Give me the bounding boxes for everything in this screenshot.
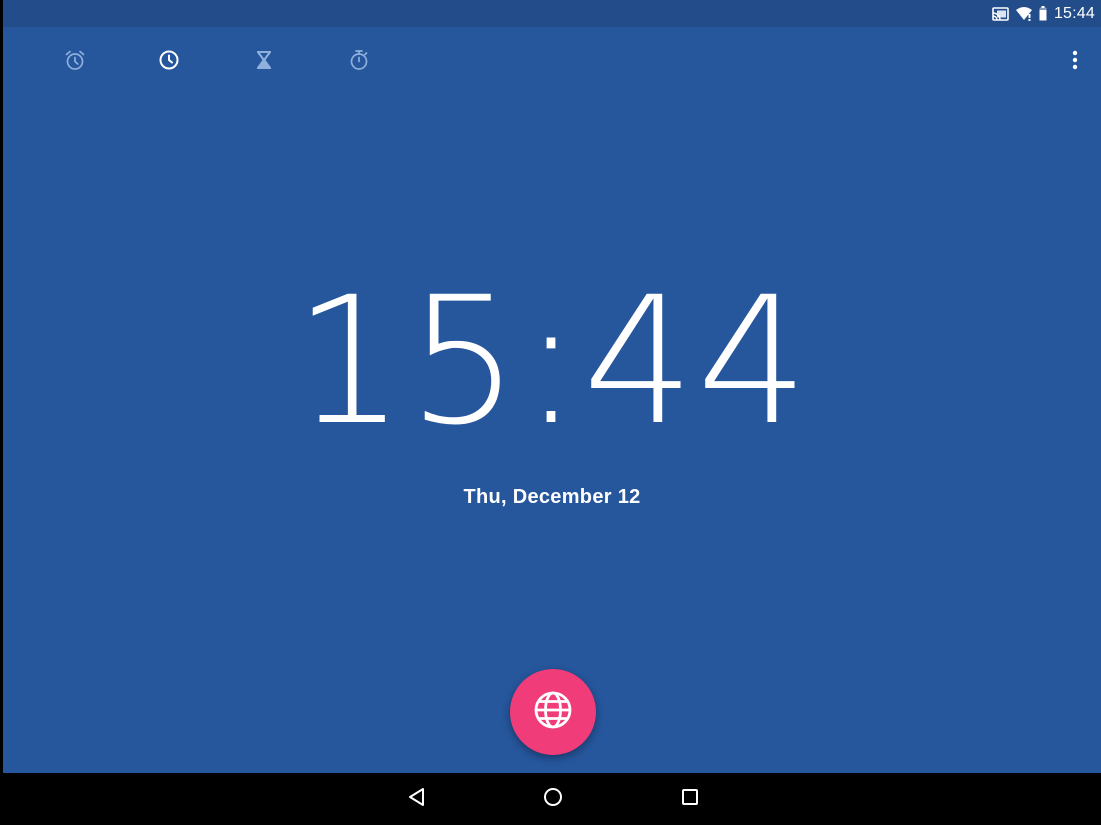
home-icon bbox=[542, 786, 564, 813]
tab-stopwatch[interactable] bbox=[335, 44, 383, 80]
status-icons: 15:44 bbox=[992, 0, 1095, 27]
world-clock-fab[interactable] bbox=[510, 669, 596, 755]
status-time: 15:44 bbox=[1053, 4, 1095, 22]
back-icon bbox=[407, 787, 427, 812]
navigation-bar bbox=[3, 773, 1101, 825]
timer-icon bbox=[252, 48, 276, 77]
cast-icon bbox=[992, 6, 1009, 21]
status-bar: 15:44 bbox=[3, 0, 1101, 27]
more-vert-icon bbox=[1072, 50, 1078, 75]
overflow-menu-button[interactable] bbox=[1057, 44, 1093, 80]
alarm-icon bbox=[63, 48, 87, 77]
clock-app-screen: 15:44 15:44 Thu, December 12 bbox=[3, 0, 1101, 825]
recents-icon bbox=[680, 787, 700, 812]
clock-icon bbox=[157, 48, 181, 77]
globe-icon bbox=[531, 688, 575, 737]
stopwatch-icon bbox=[347, 48, 371, 77]
recents-button[interactable] bbox=[660, 773, 720, 825]
tab-clock[interactable] bbox=[145, 44, 193, 80]
digital-clock-time: 15:44 bbox=[293, 259, 811, 464]
tab-bar bbox=[3, 44, 1101, 80]
battery-icon bbox=[1039, 6, 1047, 21]
back-button[interactable] bbox=[387, 773, 447, 825]
clock-date: Thu, December 12 bbox=[463, 486, 641, 508]
wifi-icon bbox=[1015, 6, 1032, 21]
home-button[interactable] bbox=[523, 773, 583, 825]
tab-alarm[interactable] bbox=[51, 44, 99, 80]
tab-timer[interactable] bbox=[240, 44, 288, 80]
